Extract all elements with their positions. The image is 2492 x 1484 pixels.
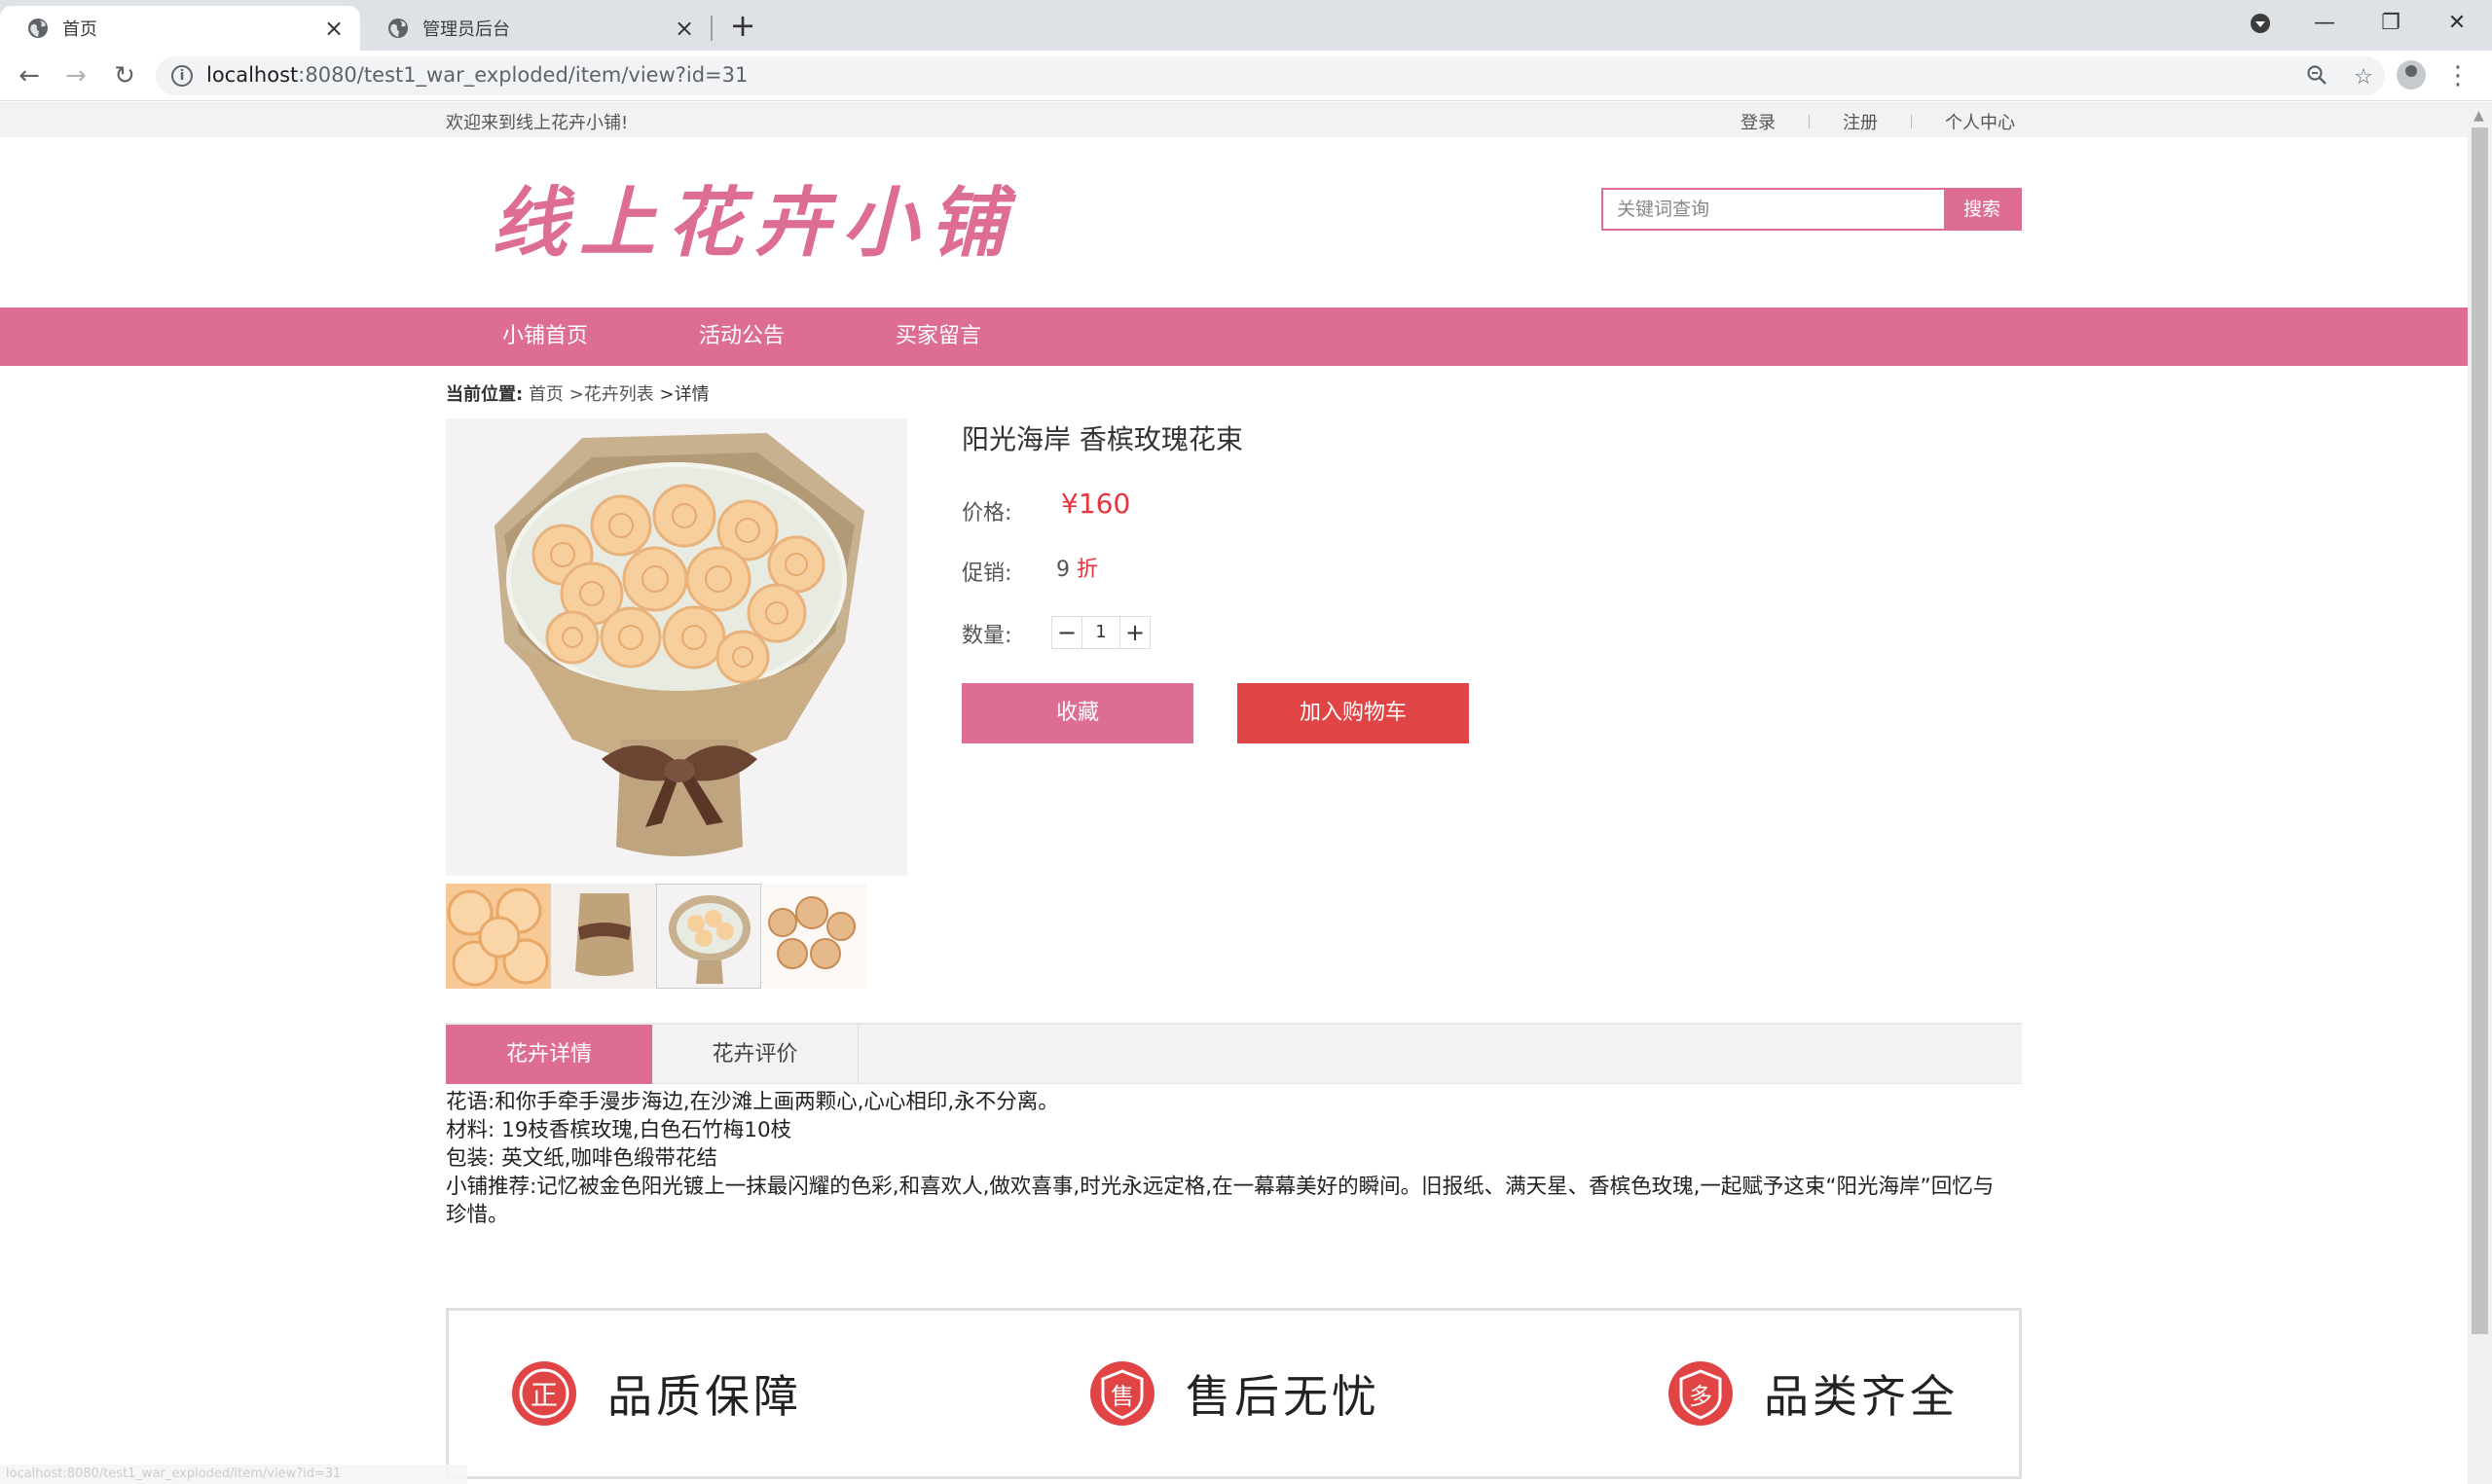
- guarantee-after-sales: 售 售后无忧: [1088, 1359, 1380, 1428]
- description-line: 花语:和你手牵手漫步海边,在沙滩上画两颗心,心心相印,永不分离。: [446, 1090, 1059, 1114]
- favorite-button[interactable]: 收藏: [962, 683, 1193, 743]
- tab-title: 管理员后台: [422, 19, 510, 40]
- forward-icon[interactable]: →: [60, 60, 92, 91]
- search-button[interactable]: 搜索: [1944, 190, 2020, 229]
- minimize-icon[interactable]: —: [2305, 8, 2344, 39]
- product-main-image: [446, 418, 907, 876]
- promo-number: 9: [1056, 558, 1070, 582]
- browser-tab-admin[interactable]: 管理员后台 ×: [360, 6, 711, 51]
- quantity-value[interactable]: 1: [1082, 616, 1119, 649]
- product-description: 花语:和你手牵手漫步海边,在沙滩上画两颗心,心心相印,永不分离。 材料: 19枝…: [446, 1088, 2013, 1229]
- detail-tabs: 花卉详情 花卉评价: [446, 1023, 2022, 1084]
- reload-icon[interactable]: ↻: [109, 60, 140, 91]
- guarantee-variety: 多 品类齐全: [1667, 1359, 1959, 1428]
- breadcrumb: 当前位置: 首页 >花卉列表 >详情: [446, 380, 710, 406]
- tab-flower-details[interactable]: 花卉详情: [446, 1025, 652, 1084]
- variety-badge-icon: 多: [1668, 1361, 1733, 1426]
- guarantee-box: 正 品质保障 售 售后无忧 多 品类齐全: [446, 1308, 2022, 1479]
- new-tab-icon[interactable]: +: [726, 10, 759, 43]
- after-sales-badge-icon: 售: [1090, 1361, 1154, 1426]
- description-line: 材料: 19枝香槟玫瑰,白色石竹梅10枝: [446, 1118, 792, 1142]
- description-line: 包装: 英文纸,咖啡色缎带花结: [446, 1146, 717, 1171]
- nav-item-home[interactable]: 小铺首页: [502, 308, 588, 366]
- product-title: 阳光海岸 香槟玫瑰花束: [962, 423, 1243, 455]
- close-tab-icon[interactable]: ×: [672, 16, 697, 41]
- tab-flower-reviews[interactable]: 花卉评价: [652, 1025, 859, 1084]
- price-value: ¥160: [1061, 488, 1131, 520]
- page-viewport: 欢迎来到线上花卉小铺! 登录 注册 个人中心 线上花卉小铺 搜索 小铺首页 活动…: [0, 102, 2468, 1484]
- increase-quantity-button[interactable]: +: [1119, 616, 1151, 649]
- scrollbar-thumb[interactable]: [2472, 127, 2488, 1334]
- register-link[interactable]: 注册: [1843, 109, 1878, 134]
- url-host: localhost: [206, 63, 299, 87]
- user-center-link[interactable]: 个人中心: [1945, 109, 2015, 134]
- login-link[interactable]: 登录: [1741, 109, 1776, 134]
- main-nav: 小铺首页 活动公告 买家留言: [0, 308, 2468, 366]
- guarantee-label: 售后无忧: [1186, 1370, 1380, 1423]
- breadcrumb-label: 当前位置:: [446, 384, 524, 405]
- url-text[interactable]: localhost:8080/test1_war_exploded/item/v…: [206, 63, 748, 87]
- tab-title: 首页: [62, 19, 97, 40]
- top-strip: 欢迎来到线上花卉小铺! 登录 注册 个人中心: [0, 102, 2468, 137]
- bookmark-star-icon[interactable]: ☆: [2350, 64, 2377, 91]
- top-links: 登录 注册 个人中心: [1741, 109, 2015, 134]
- thumbnail-2[interactable]: [551, 884, 656, 989]
- restore-icon[interactable]: ❐: [2371, 8, 2410, 39]
- guarantee-quality: 正 品质保障: [510, 1359, 802, 1428]
- thumbnail-1[interactable]: [446, 884, 551, 989]
- address-bar[interactable]: i localhost:8080/test1_war_exploded/item…: [156, 56, 2385, 95]
- promo-unit: 折: [1077, 558, 1099, 582]
- breadcrumb-current: >详情: [659, 384, 710, 405]
- zoom-icon[interactable]: [2303, 64, 2330, 91]
- search-box: 搜索: [1601, 188, 2022, 231]
- browser-menu-icon[interactable]: ⋮: [2445, 60, 2471, 91]
- guarantee-label: 品质保障: [607, 1370, 802, 1423]
- profile-avatar-icon[interactable]: [2397, 60, 2426, 90]
- decrease-quantity-button[interactable]: −: [1051, 616, 1082, 649]
- browser-tab-home[interactable]: 首页 ×: [0, 6, 360, 51]
- globe-icon: [388, 18, 408, 38]
- site-info-icon[interactable]: i: [171, 65, 193, 87]
- close-window-icon[interactable]: ✕: [2437, 8, 2476, 39]
- url-path: :8080/test1_war_exploded/item/view?id=31: [298, 63, 749, 87]
- breadcrumb-list[interactable]: >花卉列表: [569, 384, 654, 405]
- variety-badge-glyph: 多: [1689, 1383, 1712, 1410]
- description-line: 小铺推荐:记忆被金色阳光镀上一抹最闪耀的色彩,和喜欢人,做欢喜事,时光永远定格,…: [446, 1175, 1995, 1227]
- thumbnail-strip: [446, 884, 866, 989]
- welcome-text: 欢迎来到线上花卉小铺!: [446, 113, 629, 133]
- back-icon[interactable]: ←: [14, 60, 45, 91]
- tab-search-icon[interactable]: [2241, 8, 2280, 39]
- status-bar: localhost:8080/test1_war_exploded/item/v…: [0, 1465, 467, 1484]
- site-logo[interactable]: 线上花卉小铺: [492, 163, 1017, 271]
- after-sales-badge-glyph: 售: [1111, 1383, 1134, 1410]
- link-divider: [1911, 115, 1912, 128]
- price-label: 价格:: [962, 501, 1012, 525]
- globe-icon: [28, 18, 48, 38]
- search-input[interactable]: [1603, 190, 1944, 229]
- quality-badge-icon: 正: [512, 1361, 576, 1426]
- quantity-stepper: − 1 +: [1051, 615, 1151, 650]
- guarantee-label: 品类齐全: [1764, 1370, 1959, 1423]
- thumbnail-3[interactable]: [656, 884, 761, 989]
- browser-toolbar: ← → ↻ i localhost:8080/test1_war_explode…: [0, 51, 2492, 101]
- page-scrollbar[interactable]: ▲: [2468, 102, 2492, 1484]
- thumbnail-4[interactable]: [761, 884, 866, 989]
- link-divider: [1809, 115, 1810, 128]
- nav-item-messages[interactable]: 买家留言: [896, 308, 981, 366]
- breadcrumb-home[interactable]: 首页: [529, 384, 564, 405]
- nav-item-announcements[interactable]: 活动公告: [699, 308, 785, 366]
- promo-label: 促销:: [962, 561, 1012, 586]
- quality-badge-glyph: 正: [531, 1379, 558, 1411]
- scroll-up-icon[interactable]: ▲: [2474, 108, 2484, 124]
- quantity-label: 数量:: [962, 624, 1012, 648]
- browser-tab-strip: 首页 × 管理员后台 × + — ❐ ✕: [0, 0, 2492, 51]
- close-tab-icon[interactable]: ×: [321, 16, 347, 41]
- add-to-cart-button[interactable]: 加入购物车: [1237, 683, 1469, 743]
- promo-value: 9 折: [1056, 552, 1098, 583]
- tab-divider: [711, 16, 713, 41]
